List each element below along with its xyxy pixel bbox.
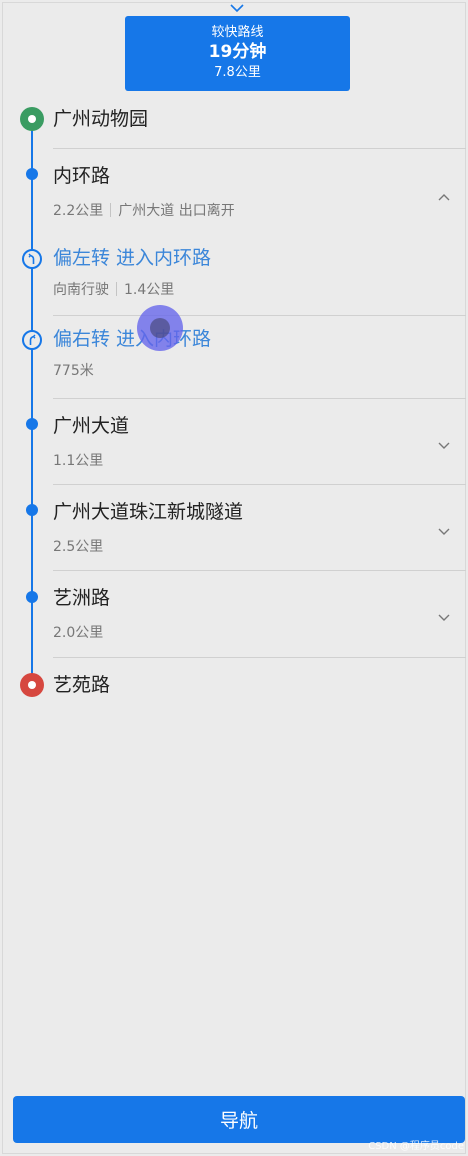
end-point-icon bbox=[20, 673, 44, 697]
step-distance: 1.1公里 bbox=[53, 453, 104, 469]
watermark: CSDN @程序员code bbox=[368, 1141, 464, 1152]
step-title[interactable]: 广州大道 bbox=[53, 414, 129, 438]
step-distance: 2.5公里 bbox=[53, 539, 104, 555]
chevron-down-icon[interactable] bbox=[229, 3, 245, 13]
divider bbox=[53, 570, 466, 571]
route-type-label: 较快路线 bbox=[211, 25, 264, 40]
step-dot-icon bbox=[26, 504, 38, 516]
step-distance: 2.0公里 bbox=[53, 625, 104, 641]
route-duration: 19分钟 bbox=[208, 42, 267, 62]
step-distance: 775米 bbox=[53, 363, 94, 379]
start-point-name: 广州动物园 bbox=[53, 108, 149, 130]
step-dot-icon bbox=[26, 418, 38, 430]
step-distance: 1.4公里 bbox=[124, 282, 175, 298]
step-title[interactable]: 艺洲路 bbox=[53, 586, 110, 610]
chevron-down-icon[interactable] bbox=[437, 613, 451, 623]
divider bbox=[53, 398, 466, 399]
turn-slight-right-icon bbox=[22, 330, 42, 350]
turn-instruction[interactable]: 偏右转 进入内环路 bbox=[53, 327, 211, 351]
step-dot-icon bbox=[26, 591, 38, 603]
step-distance: 2.2公里 bbox=[53, 203, 104, 219]
start-point-icon bbox=[20, 107, 44, 131]
step-info: 2.2公里 广州大道 出口离开 bbox=[53, 201, 235, 221]
step-title[interactable]: 内环路 bbox=[53, 164, 110, 188]
end-point-name: 艺苑路 bbox=[53, 674, 111, 696]
separator bbox=[110, 203, 112, 217]
step-title[interactable]: 广州大道珠江新城隧道 bbox=[53, 500, 243, 524]
separator bbox=[116, 282, 117, 296]
divider bbox=[53, 148, 466, 149]
touch-indicator bbox=[137, 305, 183, 351]
turn-slight-left-icon bbox=[22, 249, 42, 269]
step-info: 向南行驶 1.4公里 bbox=[53, 280, 174, 300]
route-distance: 7.8公里 bbox=[214, 65, 261, 80]
divider bbox=[53, 315, 466, 316]
step-detail: 广州大道 出口离开 bbox=[118, 203, 235, 219]
navigate-button[interactable]: 导航 bbox=[13, 1096, 465, 1143]
route-summary-card[interactable]: 较快路线 19分钟 7.8公里 bbox=[125, 16, 350, 91]
step-direction: 向南行驶 bbox=[53, 282, 109, 298]
chevron-down-icon[interactable] bbox=[437, 441, 451, 451]
divider bbox=[53, 657, 466, 658]
chevron-down-icon[interactable] bbox=[437, 527, 451, 537]
turn-instruction[interactable]: 偏左转 进入内环路 bbox=[53, 246, 211, 270]
chevron-up-icon[interactable] bbox=[437, 192, 451, 202]
divider bbox=[53, 484, 466, 485]
step-dot-icon bbox=[26, 168, 38, 180]
